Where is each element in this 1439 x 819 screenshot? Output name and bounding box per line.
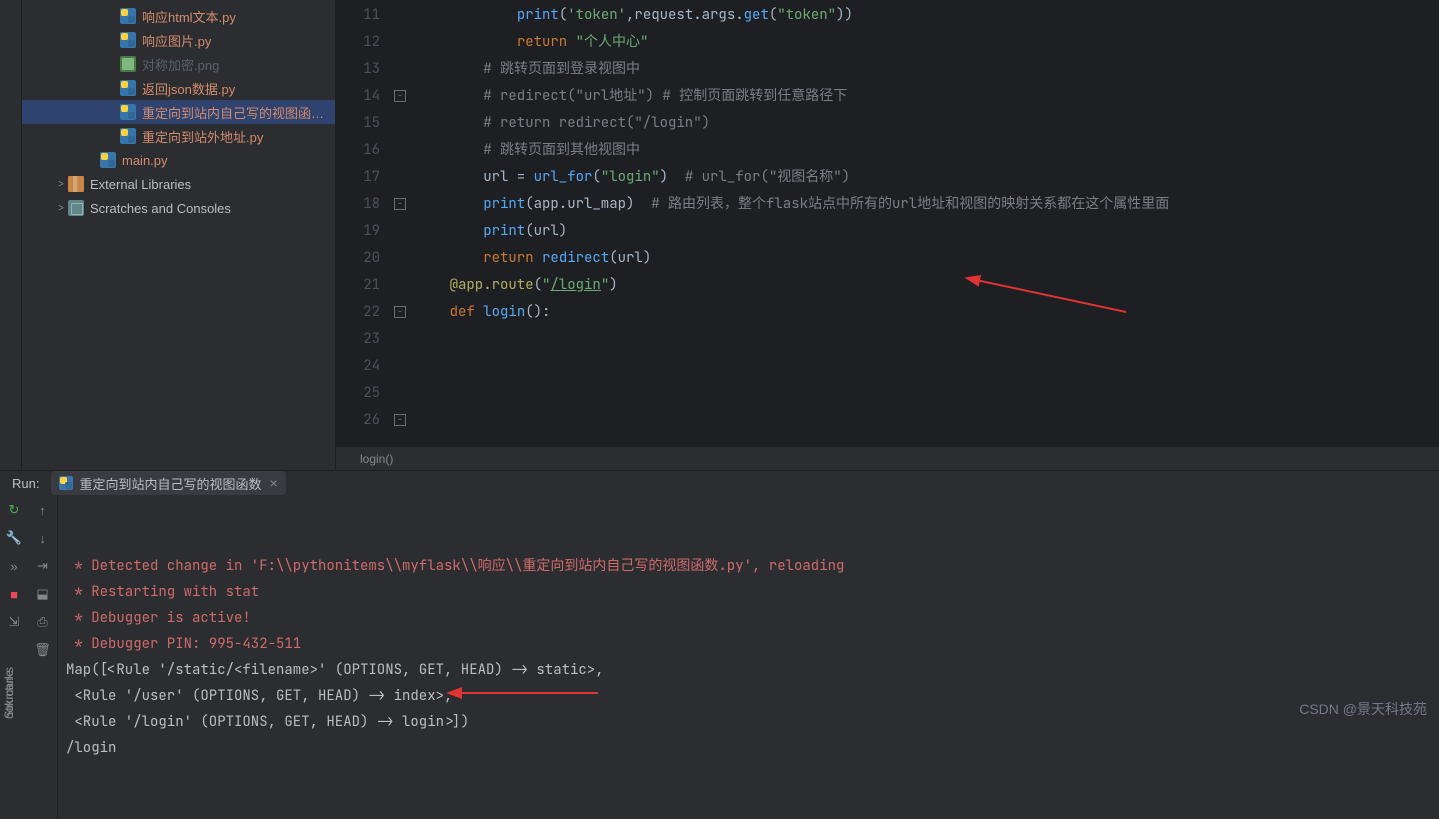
up-icon[interactable]: ↑ bbox=[34, 501, 52, 519]
fold-toggle-icon[interactable]: − bbox=[394, 90, 406, 102]
python-icon bbox=[59, 476, 73, 490]
python-icon bbox=[100, 152, 116, 168]
console-line: /login bbox=[66, 735, 1431, 761]
image-icon bbox=[120, 56, 136, 72]
tree-item[interactable]: 响应图片.py bbox=[22, 28, 335, 52]
tree-item[interactable]: 返回json数据.py bbox=[22, 76, 335, 100]
run-panel: Run: 重定向到站内自己写的视图函数 × ↻ 🔧 » ■ ⇲ ↑ ↓ ⇥ ⬓ … bbox=[0, 470, 1439, 727]
tree-item[interactable]: 响应html文本.py bbox=[22, 4, 335, 28]
breadcrumb-item[interactable]: login() bbox=[360, 452, 393, 466]
chevron-right-icon: > bbox=[54, 203, 68, 214]
tree-label: 响应图片.py bbox=[142, 31, 335, 50]
wrap-icon[interactable]: ⇥ bbox=[34, 557, 52, 575]
console-line: * Restarting with stat bbox=[66, 579, 1431, 605]
run-header: Run: 重定向到站内自己写的视图函数 × bbox=[0, 471, 1439, 495]
tree-item[interactable]: 重定向到站内自己写的视图函数.py bbox=[22, 100, 335, 124]
library-icon bbox=[68, 176, 84, 192]
line-number-gutter: 11121314151617181920212223242526 bbox=[336, 2, 394, 446]
down-icon[interactable]: ↓ bbox=[34, 529, 52, 547]
python-icon bbox=[120, 104, 136, 120]
console-line: * Debugger PIN: 995-432-511 bbox=[66, 631, 1431, 657]
rerun-icon[interactable]: ↻ bbox=[5, 501, 23, 519]
left-gutter-bar: Structure bbox=[0, 0, 22, 470]
exit-icon[interactable]: ⇲ bbox=[5, 613, 23, 631]
console-line: <Rule '/login' (OPTIONS, GET, HEAD) -> l… bbox=[66, 709, 1431, 735]
filter-icon[interactable]: » bbox=[5, 557, 23, 575]
fold-toggle-icon[interactable]: − bbox=[394, 414, 406, 426]
tree-label: 返回json数据.py bbox=[142, 79, 335, 98]
console-line: <Rule '/user' (OPTIONS, GET, HEAD) -> in… bbox=[66, 683, 1431, 709]
breadcrumb-bar[interactable]: login() bbox=[336, 446, 1439, 470]
code-viewport[interactable]: 11121314151617181920212223242526 − − − − pr… bbox=[336, 0, 1439, 446]
tree-item[interactable]: 对称加密.png bbox=[22, 52, 335, 76]
scratch-icon bbox=[68, 200, 84, 216]
tree-item[interactable]: > Scratches and Consoles bbox=[22, 196, 335, 220]
run-body: ↻ 🔧 » ■ ⇲ ↑ ↓ ⇥ ⬓ ⎙ 🗑 * Detected change … bbox=[0, 495, 1439, 819]
tree-label: 响应html文本.py bbox=[142, 7, 335, 26]
fold-column[interactable]: − − − − bbox=[394, 2, 416, 446]
python-icon bbox=[120, 32, 136, 48]
console-line: * Debugger is active! bbox=[66, 605, 1431, 631]
print-icon[interactable]: ⎙ bbox=[34, 613, 52, 631]
chevron-right-icon: > bbox=[54, 179, 68, 190]
tree-label: 对称加密.png bbox=[142, 55, 335, 74]
stop-icon[interactable]: ■ bbox=[5, 585, 23, 603]
tree-item[interactable]: main.py bbox=[22, 148, 335, 172]
project-tree[interactable]: 响应html文本.py 响应图片.py 对称加密.png 返回json数据.py 重定向… bbox=[22, 0, 336, 470]
tree-label: main.py bbox=[122, 153, 335, 168]
run-label: Run: bbox=[4, 476, 47, 491]
tree-item[interactable]: > External Libraries bbox=[22, 172, 335, 196]
close-icon[interactable]: × bbox=[269, 475, 277, 491]
scroll-icon[interactable]: ⬓ bbox=[34, 585, 52, 603]
tree-label: 重定向到站外地址.py bbox=[142, 127, 335, 146]
console-output[interactable]: * Detected change in 'F:\\pythonitems\\m… bbox=[58, 495, 1439, 819]
code-lines[interactable]: print('token',request.args.get("token"))… bbox=[416, 2, 1439, 446]
fold-toggle-icon[interactable]: − bbox=[394, 198, 406, 210]
wrench-icon[interactable]: 🔧 bbox=[5, 529, 23, 547]
console-line: Map([<Rule '/static/<filename>' (OPTIONS… bbox=[66, 657, 1431, 683]
trash-icon[interactable]: 🗑 bbox=[34, 641, 52, 659]
tree-label: External Libraries bbox=[90, 177, 335, 192]
run-toolbar-primary: ↻ 🔧 » ■ ⇲ bbox=[0, 495, 28, 819]
fold-toggle-icon[interactable]: − bbox=[394, 306, 406, 318]
main-area: Structure 响应html文本.py 响应图片.py 对称加密.png 返回js… bbox=[0, 0, 1439, 470]
bookmarks-tab[interactable]: ookmarks bbox=[0, 663, 18, 723]
python-icon bbox=[120, 128, 136, 144]
python-icon bbox=[120, 80, 136, 96]
run-tab[interactable]: 重定向到站内自己写的视图函数 × bbox=[51, 471, 285, 495]
tree-label: 重定向到站内自己写的视图函数.py bbox=[142, 103, 335, 122]
console-line: * Detected change in 'F:\\pythonitems\\m… bbox=[66, 553, 1431, 579]
tree-label: Scratches and Consoles bbox=[90, 201, 335, 216]
editor[interactable]: 11121314151617181920212223242526 − − − − pr… bbox=[336, 0, 1439, 470]
run-tab-title: 重定向到站内自己写的视图函数 bbox=[79, 474, 261, 493]
watermark: CSDN @景天科技苑 bbox=[1299, 699, 1427, 719]
python-icon bbox=[120, 8, 136, 24]
tree-item[interactable]: 重定向到站外地址.py bbox=[22, 124, 335, 148]
run-toolbar-secondary: ↑ ↓ ⇥ ⬓ ⎙ 🗑 bbox=[28, 495, 58, 819]
